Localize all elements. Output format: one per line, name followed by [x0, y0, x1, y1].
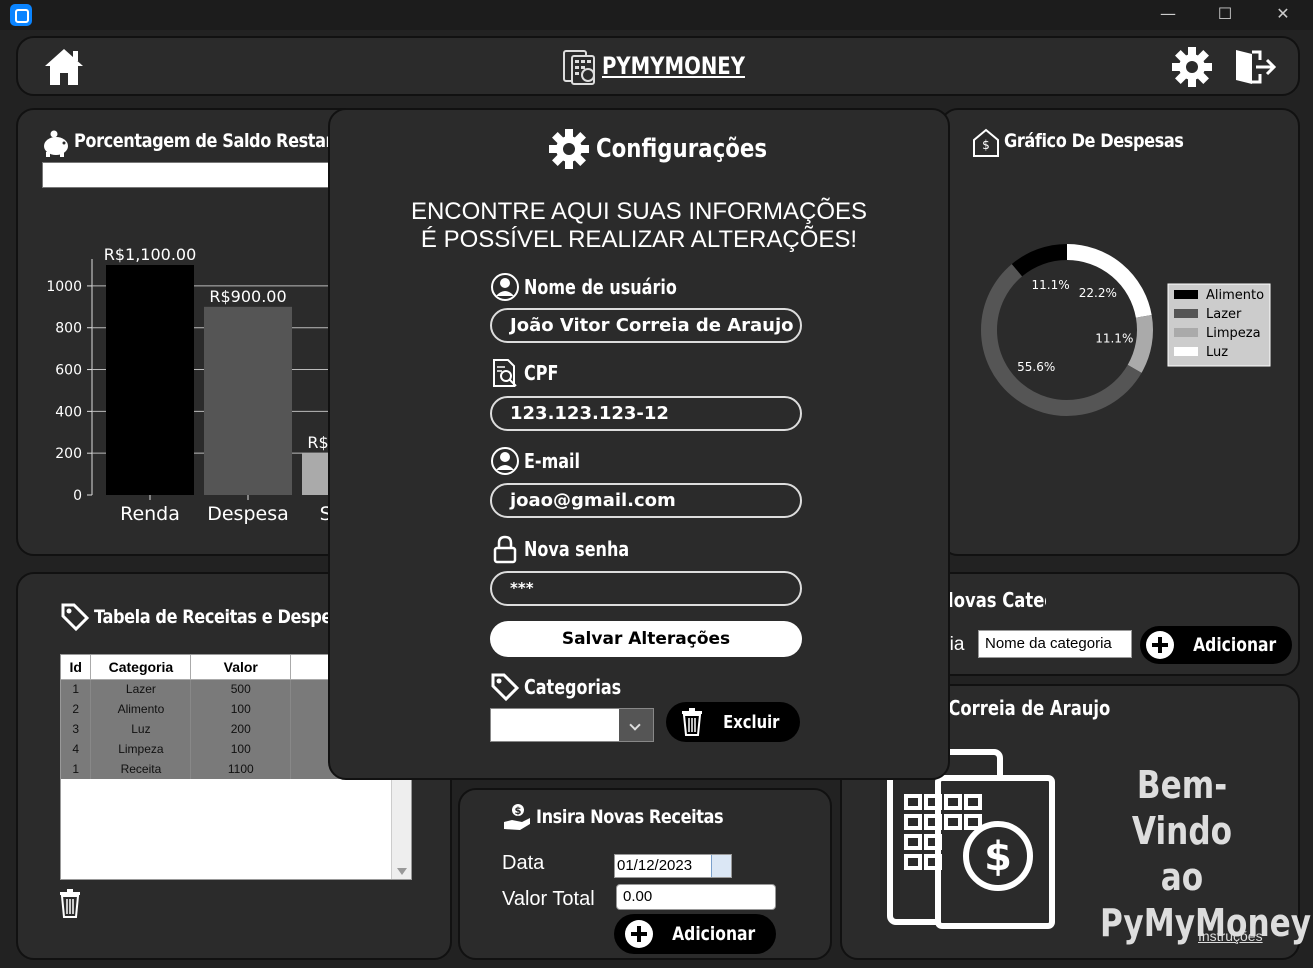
total-value-label: Valor Total — [502, 888, 595, 910]
email-label: E-mail — [524, 449, 581, 473]
legend-label: Luz — [1206, 345, 1228, 360]
slice-luz — [1066, 244, 1152, 319]
saldo-title: Porcentagem de Saldo Restante — [74, 130, 355, 152]
calculator-logo-icon — [563, 50, 595, 85]
column-header-valor[interactable]: Valor — [190, 655, 292, 680]
document-search-icon — [493, 359, 517, 387]
y-tick-label: 0 — [73, 488, 82, 504]
categories-label-row: Categorias — [490, 672, 645, 702]
trash-icon[interactable] — [58, 888, 82, 918]
maximize-button[interactable]: ☐ — [1195, 0, 1255, 30]
donut-chart: 11.1% 22.2% 11.1% 55.6% Alimento Lazer Limpeza… — [981, 244, 1271, 416]
y-tick-label: 200 — [55, 446, 82, 462]
y-tick-label: 800 — [55, 321, 82, 337]
logout-icon[interactable] — [1232, 46, 1278, 88]
expenses-chart-title: Gráfico De Despesas — [1004, 130, 1184, 152]
piggy-bank-icon — [44, 130, 68, 157]
total-value-input[interactable]: 0.00 — [616, 884, 776, 910]
slice-limpeza — [1127, 314, 1153, 373]
email-label-row: E-mail — [490, 446, 594, 476]
date-label: Data — [502, 852, 545, 874]
settings-gear-icon[interactable] — [1171, 46, 1213, 88]
x-tick-label: Despesa — [207, 503, 289, 525]
password-label: Nova senha — [524, 537, 630, 561]
cpf-input[interactable]: 123.123.123-12 — [490, 396, 802, 431]
legend-swatch — [1174, 347, 1198, 356]
settings-intro: ENCONTRE AQUI SUAS INFORMAÇÕES É POSSÍVE… — [410, 198, 868, 253]
y-tick-label: 1000 — [46, 279, 82, 295]
user-icon — [491, 447, 519, 475]
legend-label: Limpeza — [1206, 326, 1261, 341]
legend-swatch — [1174, 328, 1198, 337]
slice-alimento — [1011, 244, 1068, 277]
slice-label: 11.1% — [1095, 331, 1133, 345]
password-input[interactable]: *** — [490, 571, 802, 606]
price-tag-icon — [61, 603, 90, 632]
house-money-icon: $ — [973, 128, 999, 157]
expenses-chart-panel: $ Gráfico De Despesas 11.1% 22.2% 11.1% 55.… — [940, 108, 1300, 556]
user-icon — [491, 273, 519, 301]
email-input[interactable]: joao@gmail.com — [490, 483, 802, 518]
legend-label: Lazer — [1206, 307, 1242, 322]
slice-label: 11.1% — [1032, 278, 1070, 292]
trash-icon — [681, 708, 702, 736]
add-category-button[interactable]: Adicionar — [1140, 626, 1292, 664]
app-title: PYMYMONEY — [602, 52, 745, 80]
cpf-label: CPF — [524, 361, 559, 385]
password-label-row: Nova senha — [490, 534, 655, 564]
x-tick-label: Renda — [120, 503, 180, 525]
categories-label: Categorias — [524, 675, 622, 699]
table-title: Tabela de Receitas e Despesas — [94, 606, 361, 628]
calendar-dropdown-icon[interactable] — [711, 855, 731, 877]
settings-gear-icon — [549, 129, 589, 169]
income-panel: $ Insira Novas Receitas Data 01/12/2023 … — [458, 788, 832, 960]
bar-value-label: R$900.00 — [209, 287, 286, 306]
hand-money-icon: $ — [504, 804, 530, 830]
legend-swatch — [1174, 309, 1198, 318]
date-picker-input[interactable]: 01/12/2023 — [614, 854, 732, 878]
slice-label: 22.2% — [1079, 286, 1117, 300]
plus-icon — [625, 920, 654, 948]
username-label-row: Nome de usuário — [490, 272, 715, 302]
header-bar: PYMYMONEY — [16, 36, 1300, 96]
username-input[interactable]: João Vitor Correia de Araujo — [490, 308, 802, 343]
price-tag-icon — [491, 673, 520, 702]
y-tick-label: 400 — [55, 404, 82, 420]
svg-text:$: $ — [982, 138, 990, 152]
table-scrollbar[interactable] — [391, 775, 411, 879]
income-title: Insira Novas Receitas — [536, 806, 724, 828]
legend-swatch — [1174, 290, 1198, 299]
instructions-link[interactable]: Instruções — [1198, 928, 1263, 944]
minimize-button[interactable]: — — [1138, 0, 1198, 30]
window-titlebar: — ☐ ✕ — [0, 0, 1313, 30]
save-changes-button[interactable]: Salvar Alterações — [490, 621, 802, 657]
cpf-label-row: CPF — [490, 358, 567, 388]
plus-icon — [1146, 631, 1175, 659]
chevron-down-icon[interactable] — [619, 709, 653, 741]
column-header-categoria[interactable]: Categoria — [90, 655, 192, 680]
settings-modal: Configurações ENCONTRE AQUI SUAS INFORMA… — [328, 108, 950, 780]
bar-renda — [106, 265, 194, 495]
app-icon — [10, 4, 32, 26]
delete-category-button[interactable]: Excluir — [666, 702, 800, 742]
column-header-id[interactable]: Id — [61, 655, 92, 680]
bar-despesa — [204, 306, 292, 495]
lock-icon — [493, 535, 517, 564]
username-label: Nome de usuário — [524, 275, 677, 299]
svg-text:$: $ — [984, 834, 1012, 880]
bar-value-label: R$1,100.00 — [104, 245, 197, 264]
y-tick-label: 600 — [55, 363, 82, 379]
add-income-button[interactable]: Adicionar — [614, 914, 776, 954]
settings-title: Configurações — [596, 134, 768, 164]
scroll-down-arrow-icon[interactable] — [397, 868, 407, 875]
legend-label: Alimento — [1206, 288, 1264, 303]
slice-label: 55.6% — [1017, 360, 1055, 374]
category-name-input[interactable]: Nome da categoria — [978, 630, 1132, 658]
svg-text:$: $ — [515, 806, 522, 817]
categories-select[interactable] — [490, 708, 654, 742]
home-icon[interactable] — [42, 46, 86, 88]
close-window-button[interactable]: ✕ — [1253, 0, 1313, 30]
welcome-message: Bem-Vindo ao PyMyMoney — [1100, 763, 1312, 945]
